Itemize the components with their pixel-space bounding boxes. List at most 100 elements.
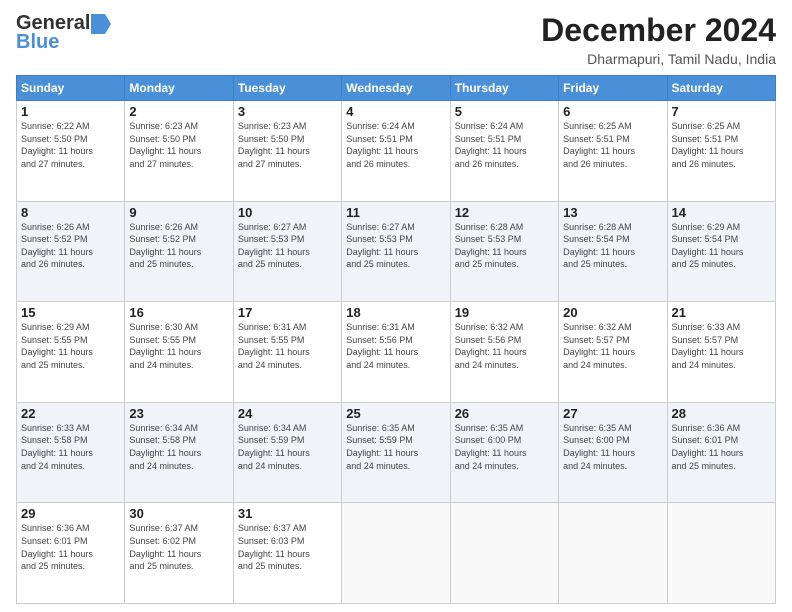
day-of-week-header: Wednesday <box>342 76 450 101</box>
calendar-cell: 18Sunrise: 6:31 AM Sunset: 5:56 PM Dayli… <box>342 302 450 403</box>
day-info: Sunrise: 6:35 AM Sunset: 6:00 PM Dayligh… <box>455 422 554 472</box>
day-number: 17 <box>238 305 337 320</box>
day-of-week-header: Tuesday <box>233 76 341 101</box>
day-number: 8 <box>21 205 120 220</box>
calendar-cell: 1Sunrise: 6:22 AM Sunset: 5:50 PM Daylig… <box>17 101 125 202</box>
day-number: 18 <box>346 305 445 320</box>
calendar-cell <box>667 503 775 604</box>
day-info: Sunrise: 6:36 AM Sunset: 6:01 PM Dayligh… <box>672 422 771 472</box>
calendar-cell: 9Sunrise: 6:26 AM Sunset: 5:52 PM Daylig… <box>125 201 233 302</box>
calendar-cell: 25Sunrise: 6:35 AM Sunset: 5:59 PM Dayli… <box>342 402 450 503</box>
calendar-cell <box>559 503 667 604</box>
day-info: Sunrise: 6:35 AM Sunset: 6:00 PM Dayligh… <box>563 422 662 472</box>
calendar-cell: 26Sunrise: 6:35 AM Sunset: 6:00 PM Dayli… <box>450 402 558 503</box>
day-number: 21 <box>672 305 771 320</box>
day-of-week-header: Monday <box>125 76 233 101</box>
calendar-body: 1Sunrise: 6:22 AM Sunset: 5:50 PM Daylig… <box>17 101 776 604</box>
day-number: 30 <box>129 506 228 521</box>
day-number: 23 <box>129 406 228 421</box>
calendar-cell: 14Sunrise: 6:29 AM Sunset: 5:54 PM Dayli… <box>667 201 775 302</box>
calendar-week-row: 22Sunrise: 6:33 AM Sunset: 5:58 PM Dayli… <box>17 402 776 503</box>
day-number: 7 <box>672 104 771 119</box>
day-number: 29 <box>21 506 120 521</box>
calendar-cell <box>342 503 450 604</box>
day-number: 19 <box>455 305 554 320</box>
day-info: Sunrise: 6:34 AM Sunset: 5:59 PM Dayligh… <box>238 422 337 472</box>
day-info: Sunrise: 6:27 AM Sunset: 5:53 PM Dayligh… <box>346 221 445 271</box>
day-number: 25 <box>346 406 445 421</box>
calendar-cell: 12Sunrise: 6:28 AM Sunset: 5:53 PM Dayli… <box>450 201 558 302</box>
calendar-cell: 30Sunrise: 6:37 AM Sunset: 6:02 PM Dayli… <box>125 503 233 604</box>
calendar-cell: 31Sunrise: 6:37 AM Sunset: 6:03 PM Dayli… <box>233 503 341 604</box>
day-number: 13 <box>563 205 662 220</box>
title-block: December 2024 Dharmapuri, Tamil Nadu, In… <box>541 12 776 67</box>
day-number: 24 <box>238 406 337 421</box>
day-info: Sunrise: 6:24 AM Sunset: 5:51 PM Dayligh… <box>455 120 554 170</box>
day-info: Sunrise: 6:31 AM Sunset: 5:56 PM Dayligh… <box>346 321 445 371</box>
calendar-cell: 15Sunrise: 6:29 AM Sunset: 5:55 PM Dayli… <box>17 302 125 403</box>
day-info: Sunrise: 6:23 AM Sunset: 5:50 PM Dayligh… <box>129 120 228 170</box>
header: General Blue December 2024 Dharmapuri, T… <box>16 12 776 67</box>
day-info: Sunrise: 6:35 AM Sunset: 5:59 PM Dayligh… <box>346 422 445 472</box>
day-number: 11 <box>346 205 445 220</box>
calendar: SundayMondayTuesdayWednesdayThursdayFrid… <box>16 75 776 604</box>
day-info: Sunrise: 6:29 AM Sunset: 5:55 PM Dayligh… <box>21 321 120 371</box>
logo-icon <box>91 14 111 34</box>
calendar-cell: 7Sunrise: 6:25 AM Sunset: 5:51 PM Daylig… <box>667 101 775 202</box>
day-number: 12 <box>455 205 554 220</box>
calendar-week-row: 1Sunrise: 6:22 AM Sunset: 5:50 PM Daylig… <box>17 101 776 202</box>
day-number: 6 <box>563 104 662 119</box>
day-number: 20 <box>563 305 662 320</box>
calendar-cell: 3Sunrise: 6:23 AM Sunset: 5:50 PM Daylig… <box>233 101 341 202</box>
day-info: Sunrise: 6:29 AM Sunset: 5:54 PM Dayligh… <box>672 221 771 271</box>
day-info: Sunrise: 6:26 AM Sunset: 5:52 PM Dayligh… <box>21 221 120 271</box>
day-info: Sunrise: 6:34 AM Sunset: 5:58 PM Dayligh… <box>129 422 228 472</box>
calendar-cell: 19Sunrise: 6:32 AM Sunset: 5:56 PM Dayli… <box>450 302 558 403</box>
day-info: Sunrise: 6:24 AM Sunset: 5:51 PM Dayligh… <box>346 120 445 170</box>
calendar-cell: 22Sunrise: 6:33 AM Sunset: 5:58 PM Dayli… <box>17 402 125 503</box>
calendar-cell: 13Sunrise: 6:28 AM Sunset: 5:54 PM Dayli… <box>559 201 667 302</box>
month-title: December 2024 <box>541 12 776 49</box>
day-number: 5 <box>455 104 554 119</box>
day-info: Sunrise: 6:28 AM Sunset: 5:53 PM Dayligh… <box>455 221 554 271</box>
calendar-cell: 29Sunrise: 6:36 AM Sunset: 6:01 PM Dayli… <box>17 503 125 604</box>
day-number: 4 <box>346 104 445 119</box>
location: Dharmapuri, Tamil Nadu, India <box>541 51 776 67</box>
day-of-week-header: Sunday <box>17 76 125 101</box>
page: General Blue December 2024 Dharmapuri, T… <box>0 0 792 612</box>
calendar-cell: 5Sunrise: 6:24 AM Sunset: 5:51 PM Daylig… <box>450 101 558 202</box>
day-number: 31 <box>238 506 337 521</box>
day-info: Sunrise: 6:22 AM Sunset: 5:50 PM Dayligh… <box>21 120 120 170</box>
day-info: Sunrise: 6:31 AM Sunset: 5:55 PM Dayligh… <box>238 321 337 371</box>
day-info: Sunrise: 6:25 AM Sunset: 5:51 PM Dayligh… <box>563 120 662 170</box>
calendar-cell: 24Sunrise: 6:34 AM Sunset: 5:59 PM Dayli… <box>233 402 341 503</box>
day-info: Sunrise: 6:28 AM Sunset: 5:54 PM Dayligh… <box>563 221 662 271</box>
calendar-cell: 10Sunrise: 6:27 AM Sunset: 5:53 PM Dayli… <box>233 201 341 302</box>
calendar-week-row: 29Sunrise: 6:36 AM Sunset: 6:01 PM Dayli… <box>17 503 776 604</box>
day-of-week-header: Friday <box>559 76 667 101</box>
day-info: Sunrise: 6:37 AM Sunset: 6:02 PM Dayligh… <box>129 522 228 572</box>
calendar-cell: 28Sunrise: 6:36 AM Sunset: 6:01 PM Dayli… <box>667 402 775 503</box>
day-number: 1 <box>21 104 120 119</box>
calendar-cell: 21Sunrise: 6:33 AM Sunset: 5:57 PM Dayli… <box>667 302 775 403</box>
day-number: 2 <box>129 104 228 119</box>
day-number: 15 <box>21 305 120 320</box>
day-of-week-header: Saturday <box>667 76 775 101</box>
day-info: Sunrise: 6:32 AM Sunset: 5:57 PM Dayligh… <box>563 321 662 371</box>
day-number: 28 <box>672 406 771 421</box>
day-number: 14 <box>672 205 771 220</box>
day-info: Sunrise: 6:33 AM Sunset: 5:57 PM Dayligh… <box>672 321 771 371</box>
day-info: Sunrise: 6:25 AM Sunset: 5:51 PM Dayligh… <box>672 120 771 170</box>
calendar-cell: 8Sunrise: 6:26 AM Sunset: 5:52 PM Daylig… <box>17 201 125 302</box>
calendar-cell: 2Sunrise: 6:23 AM Sunset: 5:50 PM Daylig… <box>125 101 233 202</box>
logo-blue: Blue <box>16 31 59 54</box>
calendar-cell: 16Sunrise: 6:30 AM Sunset: 5:55 PM Dayli… <box>125 302 233 403</box>
day-number: 27 <box>563 406 662 421</box>
calendar-cell: 27Sunrise: 6:35 AM Sunset: 6:00 PM Dayli… <box>559 402 667 503</box>
day-info: Sunrise: 6:30 AM Sunset: 5:55 PM Dayligh… <box>129 321 228 371</box>
calendar-header: SundayMondayTuesdayWednesdayThursdayFrid… <box>17 76 776 101</box>
day-number: 26 <box>455 406 554 421</box>
day-info: Sunrise: 6:37 AM Sunset: 6:03 PM Dayligh… <box>238 522 337 572</box>
day-number: 22 <box>21 406 120 421</box>
day-info: Sunrise: 6:26 AM Sunset: 5:52 PM Dayligh… <box>129 221 228 271</box>
